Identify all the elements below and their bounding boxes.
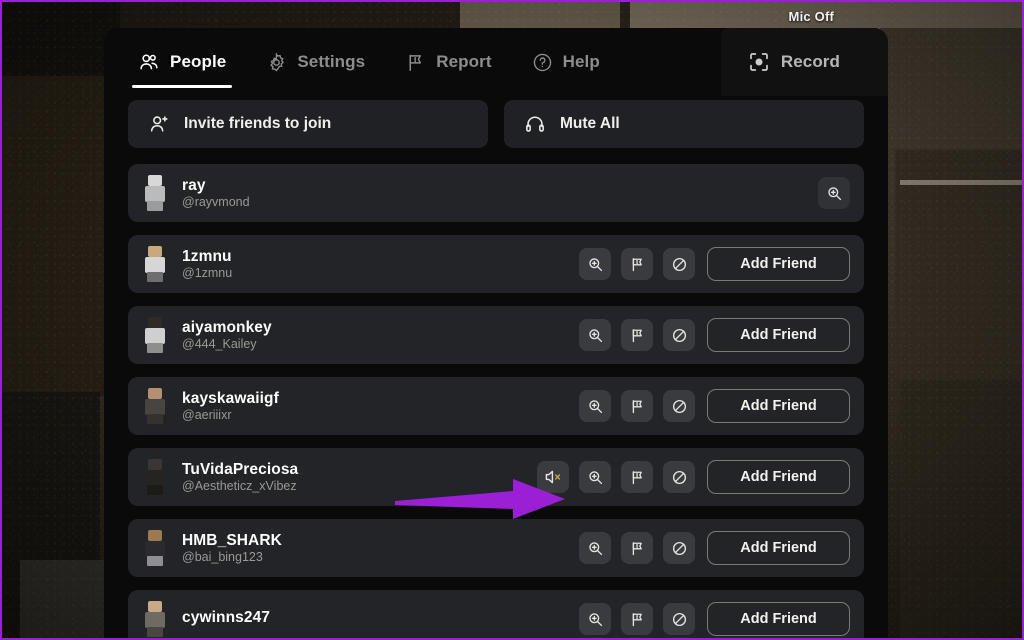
menu-tab-bar: People Settings Report Help Record [104, 28, 888, 96]
avatar [140, 387, 170, 425]
tab-report-label: Report [436, 52, 492, 71]
player-row-actions: Add Friend [579, 531, 850, 565]
player-names: cywinns247 [182, 609, 270, 628]
player-row-actions: Add Friend [579, 602, 850, 636]
player-username: @Aestheticz_xVibez [182, 478, 297, 493]
speaker-mute-icon[interactable] [537, 461, 569, 493]
player-row-actions: Add Friend [579, 247, 850, 281]
tab-record[interactable]: Record [720, 28, 888, 96]
add-friend-button[interactable]: Add Friend [707, 460, 850, 494]
player-row[interactable]: ray @rayvmond [128, 164, 864, 222]
question-icon [532, 52, 553, 73]
magnifier-plus-icon[interactable] [579, 319, 611, 351]
headset-icon [524, 113, 546, 135]
player-username: @444_Kailey [182, 336, 257, 351]
player-row[interactable]: HMB_SHARK @bai_bing123 Add Friend [128, 519, 864, 577]
magnifier-plus-icon[interactable] [579, 461, 611, 493]
player-display-name: kayskawaiigf [182, 389, 279, 407]
player-names: HMB_SHARK @bai_bing123 [182, 532, 282, 565]
invite-friends-button[interactable]: Invite friends to join [128, 100, 488, 148]
person-add-icon [148, 113, 170, 135]
block-icon[interactable] [663, 603, 695, 635]
tab-people[interactable]: People [118, 28, 246, 96]
avatar [140, 458, 170, 496]
player-row-actions: Add Friend [579, 318, 850, 352]
player-display-name: TuVidaPreciosa [182, 460, 299, 478]
add-friend-button[interactable]: Add Friend [707, 318, 850, 352]
player-row-actions [818, 177, 850, 209]
player-names: aiyamonkey @444_Kailey [182, 319, 272, 352]
invite-friends-label: Invite friends to join [184, 115, 332, 132]
player-row[interactable]: cywinns247 Add Friend [128, 590, 864, 640]
player-username: @1zmnu [182, 265, 233, 280]
avatar [140, 529, 170, 567]
magnifier-plus-icon[interactable] [579, 603, 611, 635]
magnifier-plus-icon[interactable] [579, 390, 611, 422]
player-display-name: HMB_SHARK [182, 531, 282, 549]
block-icon[interactable] [663, 532, 695, 564]
tab-settings[interactable]: Settings [246, 28, 385, 96]
tab-active-underline [132, 85, 233, 88]
mute-all-button[interactable]: Mute All [504, 100, 864, 148]
avatar [140, 174, 170, 212]
player-names: kayskawaiigf @aeriiixr [182, 390, 279, 423]
avatar [140, 316, 170, 354]
player-row-actions: Add Friend [579, 389, 850, 423]
block-icon[interactable] [663, 248, 695, 280]
magnifier-plus-icon[interactable] [818, 177, 850, 209]
add-friend-button[interactable]: Add Friend [707, 247, 850, 281]
player-names: 1zmnu @1zmnu [182, 248, 232, 281]
flag-icon [405, 52, 426, 73]
player-display-name: ray [182, 176, 206, 194]
player-row[interactable]: aiyamonkey @444_Kailey Add Friend [128, 306, 864, 364]
tab-report[interactable]: Report [385, 28, 511, 96]
tab-settings-label: Settings [297, 52, 366, 71]
player-row[interactable]: 1zmnu @1zmnu Add Friend [128, 235, 864, 293]
flag-icon[interactable] [621, 319, 653, 351]
player-list: ray @rayvmond 1zmnu @1zmnu Add Friend aiyamon… [104, 164, 888, 640]
block-icon[interactable] [663, 461, 695, 493]
player-display-name: 1zmnu [182, 247, 232, 265]
tab-people-label: People [170, 52, 227, 71]
avatar [140, 245, 170, 283]
player-names: ray @rayvmond [182, 177, 250, 210]
in-game-menu-panel: People Settings Report Help Record Invit… [104, 28, 888, 640]
people-icon [138, 51, 160, 73]
tab-help-label: Help [562, 52, 600, 71]
mic-status-label: Mic Off [788, 9, 834, 24]
flag-icon[interactable] [621, 248, 653, 280]
add-friend-button[interactable]: Add Friend [707, 602, 850, 636]
player-names: TuVidaPreciosa @Aestheticz_xVibez [182, 461, 298, 494]
tab-help[interactable]: Help [512, 28, 620, 96]
add-friend-button[interactable]: Add Friend [707, 389, 850, 423]
player-username: @aeriiixr [182, 407, 232, 422]
mute-all-label: Mute All [560, 115, 620, 132]
add-friend-button[interactable]: Add Friend [707, 531, 850, 565]
flag-icon[interactable] [621, 461, 653, 493]
flag-icon[interactable] [621, 603, 653, 635]
player-username: @rayvmond [182, 194, 250, 209]
player-row[interactable]: kayskawaiigf @aeriiixr Add Friend [128, 377, 864, 435]
magnifier-plus-icon[interactable] [579, 248, 611, 280]
player-display-name: cywinns247 [182, 609, 271, 627]
magnifier-plus-icon[interactable] [579, 532, 611, 564]
player-username: @bai_bing123 [182, 549, 263, 564]
player-row[interactable]: TuVidaPreciosa @Aestheticz_xVibez Add Frie… [128, 448, 864, 506]
avatar [140, 600, 170, 638]
flag-icon[interactable] [621, 532, 653, 564]
block-icon[interactable] [663, 390, 695, 422]
action-button-row: Invite friends to join Mute All [104, 96, 888, 148]
screenshot-root: Mic Off People Settings Report Help Reco… [0, 0, 1024, 640]
player-row-actions: Add Friend [537, 460, 850, 494]
player-display-name: aiyamonkey [182, 318, 272, 336]
block-icon[interactable] [663, 319, 695, 351]
flag-icon[interactable] [621, 390, 653, 422]
gear-icon [266, 51, 287, 73]
tab-record-label: Record [780, 52, 840, 71]
record-icon [747, 50, 771, 74]
